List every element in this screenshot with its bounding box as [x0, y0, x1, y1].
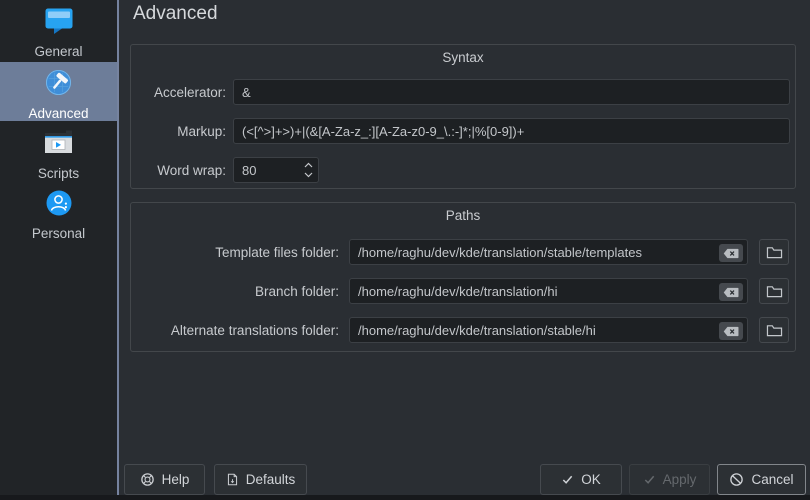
markup-label: Markup:: [177, 124, 226, 139]
browse-branch-folder-button[interactable]: [759, 278, 789, 304]
clear-text-icon: [723, 248, 739, 258]
sidebar-item-label: Personal: [31, 226, 86, 241]
clear-alt-translations-folder-button[interactable]: [719, 322, 743, 340]
spin-up-button[interactable]: [303, 161, 314, 169]
chevron-up-icon: [304, 162, 312, 168]
help-lifebuoy-icon: [140, 473, 154, 486]
folder-icon: [766, 246, 782, 258]
ok-button[interactable]: OK: [540, 464, 622, 495]
apply-button-label: Apply: [662, 472, 697, 487]
cancel-slashed-circle-icon: [730, 473, 744, 486]
cancel-button[interactable]: Cancel: [717, 464, 806, 495]
sidebar-item-label: Advanced: [28, 106, 89, 121]
window-bottom-edge: [0, 495, 810, 500]
syntax-group: Syntax Accelerator: Markup: Word wrap:: [130, 44, 796, 189]
chevron-down-icon: [304, 172, 312, 178]
page-title: Advanced: [133, 3, 218, 24]
sidebar-divider: [117, 0, 119, 500]
alt-translations-folder-label: Alternate translations folder:: [170, 323, 339, 338]
user-icon: [46, 190, 72, 221]
sidebar-item-label: General: [34, 44, 83, 59]
help-button[interactable]: Help: [124, 464, 205, 495]
template-folder-field: [349, 239, 748, 265]
apply-button[interactable]: Apply: [629, 464, 710, 495]
alt-translations-folder-field: [349, 317, 748, 343]
cancel-button-label: Cancel: [751, 472, 794, 487]
browse-alt-translations-folder-button[interactable]: [759, 317, 789, 343]
sidebar-item-label: Scripts: [37, 166, 80, 181]
sidebar-item-personal[interactable]: Personal: [0, 184, 117, 242]
template-folder-input[interactable]: [350, 240, 747, 264]
branch-folder-field: [349, 278, 748, 304]
clear-text-icon: [723, 287, 739, 297]
spin-down-button[interactable]: [303, 171, 314, 179]
syntax-group-title: Syntax: [442, 50, 484, 65]
script-window-icon: [44, 130, 74, 161]
folder-icon: [766, 324, 782, 336]
sidebar-item-scripts[interactable]: Scripts: [0, 124, 117, 182]
sidebar-item-advanced[interactable]: Advanced: [0, 62, 117, 121]
word-wrap-input[interactable]: [234, 158, 298, 182]
alt-translations-folder-input[interactable]: [350, 318, 747, 342]
clear-branch-folder-button[interactable]: [719, 283, 743, 301]
branch-folder-label: Branch folder:: [254, 284, 339, 299]
browse-template-folder-button[interactable]: [759, 239, 789, 265]
folder-icon: [766, 285, 782, 297]
hammer-icon: [45, 69, 72, 101]
paths-group-title: Paths: [445, 208, 481, 223]
check-icon: [644, 475, 654, 484]
defaults-button[interactable]: Defaults: [214, 464, 307, 495]
accelerator-label: Accelerator:: [153, 85, 226, 100]
document-revert-icon: [227, 473, 237, 486]
markup-input[interactable]: [233, 118, 790, 144]
clear-template-folder-button[interactable]: [719, 244, 743, 262]
paths-group: Paths Template files folder: Branch fold…: [130, 202, 796, 352]
word-wrap-spinbox: [233, 157, 319, 183]
help-button-label: Help: [161, 472, 190, 487]
accelerator-input[interactable]: [233, 79, 790, 105]
check-icon: [563, 475, 573, 484]
settings-window: General Advanced Scripts Personal Advanc…: [0, 0, 810, 500]
chat-bubble-icon: [45, 8, 73, 39]
template-folder-label: Template files folder:: [215, 245, 339, 260]
defaults-button-label: Defaults: [245, 472, 296, 487]
ok-button-label: OK: [581, 472, 601, 487]
word-wrap-label: Word wrap:: [157, 163, 226, 178]
branch-folder-input[interactable]: [350, 279, 747, 303]
clear-text-icon: [723, 326, 739, 336]
sidebar-item-general[interactable]: General: [0, 0, 117, 62]
sidebar: General Advanced Scripts Personal: [0, 0, 117, 500]
